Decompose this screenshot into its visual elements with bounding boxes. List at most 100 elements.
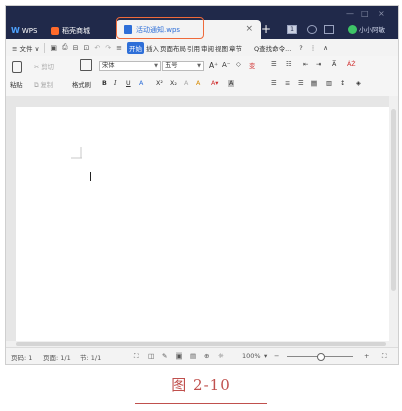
- caption-underline: [135, 403, 267, 404]
- align-center-button[interactable]: ≡: [285, 80, 290, 87]
- wps-window: — □ × W WPS 稻壳商城 活动通知.wps × + 1 小小阿敏 ≡ 文…: [5, 5, 399, 365]
- font-size-value: 五号: [165, 62, 178, 69]
- more-icon[interactable]: ⋮: [310, 44, 317, 52]
- cut-button[interactable]: ✂ 剪切: [34, 62, 54, 71]
- status-bar: 页码: 1 页面: 1/1 节: 1/1 ⛶ ◫ ✎ ▣ ▤ ⊕ ☼ 100% …: [6, 347, 398, 364]
- pen-icon[interactable]: ✎: [162, 352, 167, 360]
- tab-review[interactable]: 审阅: [201, 43, 214, 53]
- menu-divider: [44, 42, 46, 53]
- char-shading-label: A: [228, 80, 235, 87]
- output-icon[interactable]: ⎙: [62, 43, 68, 52]
- chinese-layout-button[interactable]: A̅: [332, 61, 336, 68]
- tab-section[interactable]: 章节: [229, 43, 242, 53]
- format-painter-icon[interactable]: [80, 59, 92, 71]
- redo-icon[interactable]: ↷: [105, 44, 111, 52]
- save-icon[interactable]: ▣: [50, 44, 57, 52]
- wps-home-tab[interactable]: W WPS: [11, 23, 37, 38]
- shop-tab[interactable]: 稻壳商城: [51, 23, 90, 38]
- paste-button[interactable]: 粘贴: [10, 80, 23, 89]
- tab-view[interactable]: 视图: [215, 43, 228, 53]
- skin-icon[interactable]: [307, 25, 317, 34]
- indent-button[interactable]: ⇥: [316, 61, 321, 68]
- numbering-button[interactable]: ☷: [286, 61, 292, 68]
- text-effect-button[interactable]: A: [184, 80, 188, 87]
- text-color-button[interactable]: A▾: [211, 80, 218, 87]
- margin-corner-mark: [71, 147, 82, 159]
- align-right-button[interactable]: ☰: [298, 80, 304, 87]
- search-command[interactable]: Q查找命令...: [254, 43, 291, 53]
- zoom-out-button[interactable]: −: [274, 352, 279, 360]
- bold-button[interactable]: B: [102, 80, 107, 87]
- clear-format-button[interactable]: ◇: [236, 61, 241, 68]
- preview-icon[interactable]: ⊡: [83, 44, 89, 52]
- zoom-dropdown-icon[interactable]: ▾: [264, 352, 267, 360]
- grow-font-button[interactable]: A⁺: [209, 61, 218, 70]
- copy-label: 复制: [40, 82, 54, 89]
- minimize-button[interactable]: —: [346, 9, 354, 18]
- tab-reference[interactable]: 引用: [187, 43, 200, 53]
- char-shading-button[interactable]: A: [228, 80, 235, 87]
- web-view-icon[interactable]: ⊕: [204, 352, 209, 360]
- copy-button[interactable]: ⧉ 复制: [34, 80, 53, 90]
- format-painter-button[interactable]: 格式刷: [72, 80, 91, 89]
- user-name: 小小阿敏: [359, 26, 385, 34]
- vertical-scrollbar[interactable]: [389, 96, 398, 341]
- book-icon[interactable]: ◫: [148, 352, 154, 360]
- outdent-button[interactable]: ⇤: [303, 61, 308, 68]
- tab-page-layout[interactable]: 页面布局: [160, 43, 186, 53]
- undo-icon[interactable]: ↶: [94, 44, 100, 52]
- help-icon[interactable]: ?: [299, 44, 302, 52]
- wps-home-label: WPS: [21, 26, 38, 35]
- font-name-select[interactable]: 宋体 ▼: [99, 61, 161, 71]
- tab-start[interactable]: 开始: [126, 41, 144, 54]
- phonetic-button[interactable]: 变: [249, 61, 255, 70]
- document-page[interactable]: [16, 107, 389, 341]
- zoom-in-button[interactable]: +: [364, 352, 369, 360]
- zoom-slider-knob[interactable]: [317, 353, 325, 361]
- font-size-select[interactable]: 五号 ▼: [162, 61, 204, 71]
- line-spacing-button[interactable]: ↕: [340, 80, 345, 87]
- collapse-ribbon-icon[interactable]: ∧: [323, 44, 328, 52]
- italic-button[interactable]: I: [114, 80, 117, 87]
- tab-insert[interactable]: 插入: [146, 43, 159, 53]
- tab-highlight-box: [116, 17, 204, 39]
- align-left-button[interactable]: ☰: [271, 80, 277, 87]
- new-tab-button[interactable]: +: [261, 22, 271, 36]
- file-menu[interactable]: ≡ 文件 ∨: [12, 43, 39, 53]
- close-window-button[interactable]: ×: [378, 9, 385, 18]
- page-number[interactable]: 页码: 1: [11, 352, 32, 362]
- zoom-level[interactable]: 100%: [242, 352, 261, 360]
- tab-close-icon[interactable]: ×: [245, 24, 253, 34]
- sort-button[interactable]: ȦŻ: [347, 61, 356, 68]
- font-color-button[interactable]: A: [139, 80, 143, 87]
- shrink-font-button[interactable]: A⁻: [222, 61, 230, 69]
- subscript-button[interactable]: X₂: [170, 80, 177, 87]
- page-view-icon[interactable]: ▣: [176, 352, 183, 360]
- section-count[interactable]: 节: 1/1: [80, 352, 101, 362]
- paste-icon[interactable]: [12, 61, 22, 73]
- outline-view-icon[interactable]: ▤: [190, 352, 196, 360]
- wps-logo-icon: W: [11, 26, 20, 35]
- underline-button[interactable]: U: [126, 80, 131, 87]
- print-icon[interactable]: ⊟: [73, 44, 79, 52]
- highlight-button[interactable]: A: [196, 80, 200, 87]
- layout-icon[interactable]: [324, 25, 334, 34]
- justify-button[interactable]: ▤: [311, 80, 317, 87]
- vertical-scroll-thumb[interactable]: [391, 109, 396, 291]
- eye-protect-icon[interactable]: ☼: [218, 352, 224, 360]
- window-count-icon[interactable]: 1: [287, 25, 297, 34]
- fullscreen-icon[interactable]: ⛶: [382, 352, 387, 361]
- reading-mode-icon[interactable]: ⛶: [134, 352, 139, 361]
- distribute-button[interactable]: ▥: [326, 80, 332, 87]
- quick-more-icon[interactable]: ≡: [116, 44, 122, 52]
- chevron-down-icon: ▼: [154, 63, 158, 69]
- maximize-button[interactable]: □: [361, 9, 369, 18]
- page-count[interactable]: 页面: 1/1: [43, 352, 71, 362]
- menu-bar: ≡ 文件 ∨ ▣ ⎙ ⊟ ⊡ ↶ ↷ ≡ 开始 插入 页面布局 引用 审阅 视图…: [6, 39, 398, 56]
- shading-button[interactable]: ◈: [356, 80, 361, 87]
- superscript-button[interactable]: X²: [156, 80, 163, 87]
- figure-caption: 图 2-10: [171, 376, 231, 394]
- horizontal-scroll-thumb[interactable]: [16, 342, 386, 346]
- bullets-button[interactable]: ☰: [271, 61, 277, 68]
- user-account[interactable]: 小小阿敏: [348, 24, 385, 34]
